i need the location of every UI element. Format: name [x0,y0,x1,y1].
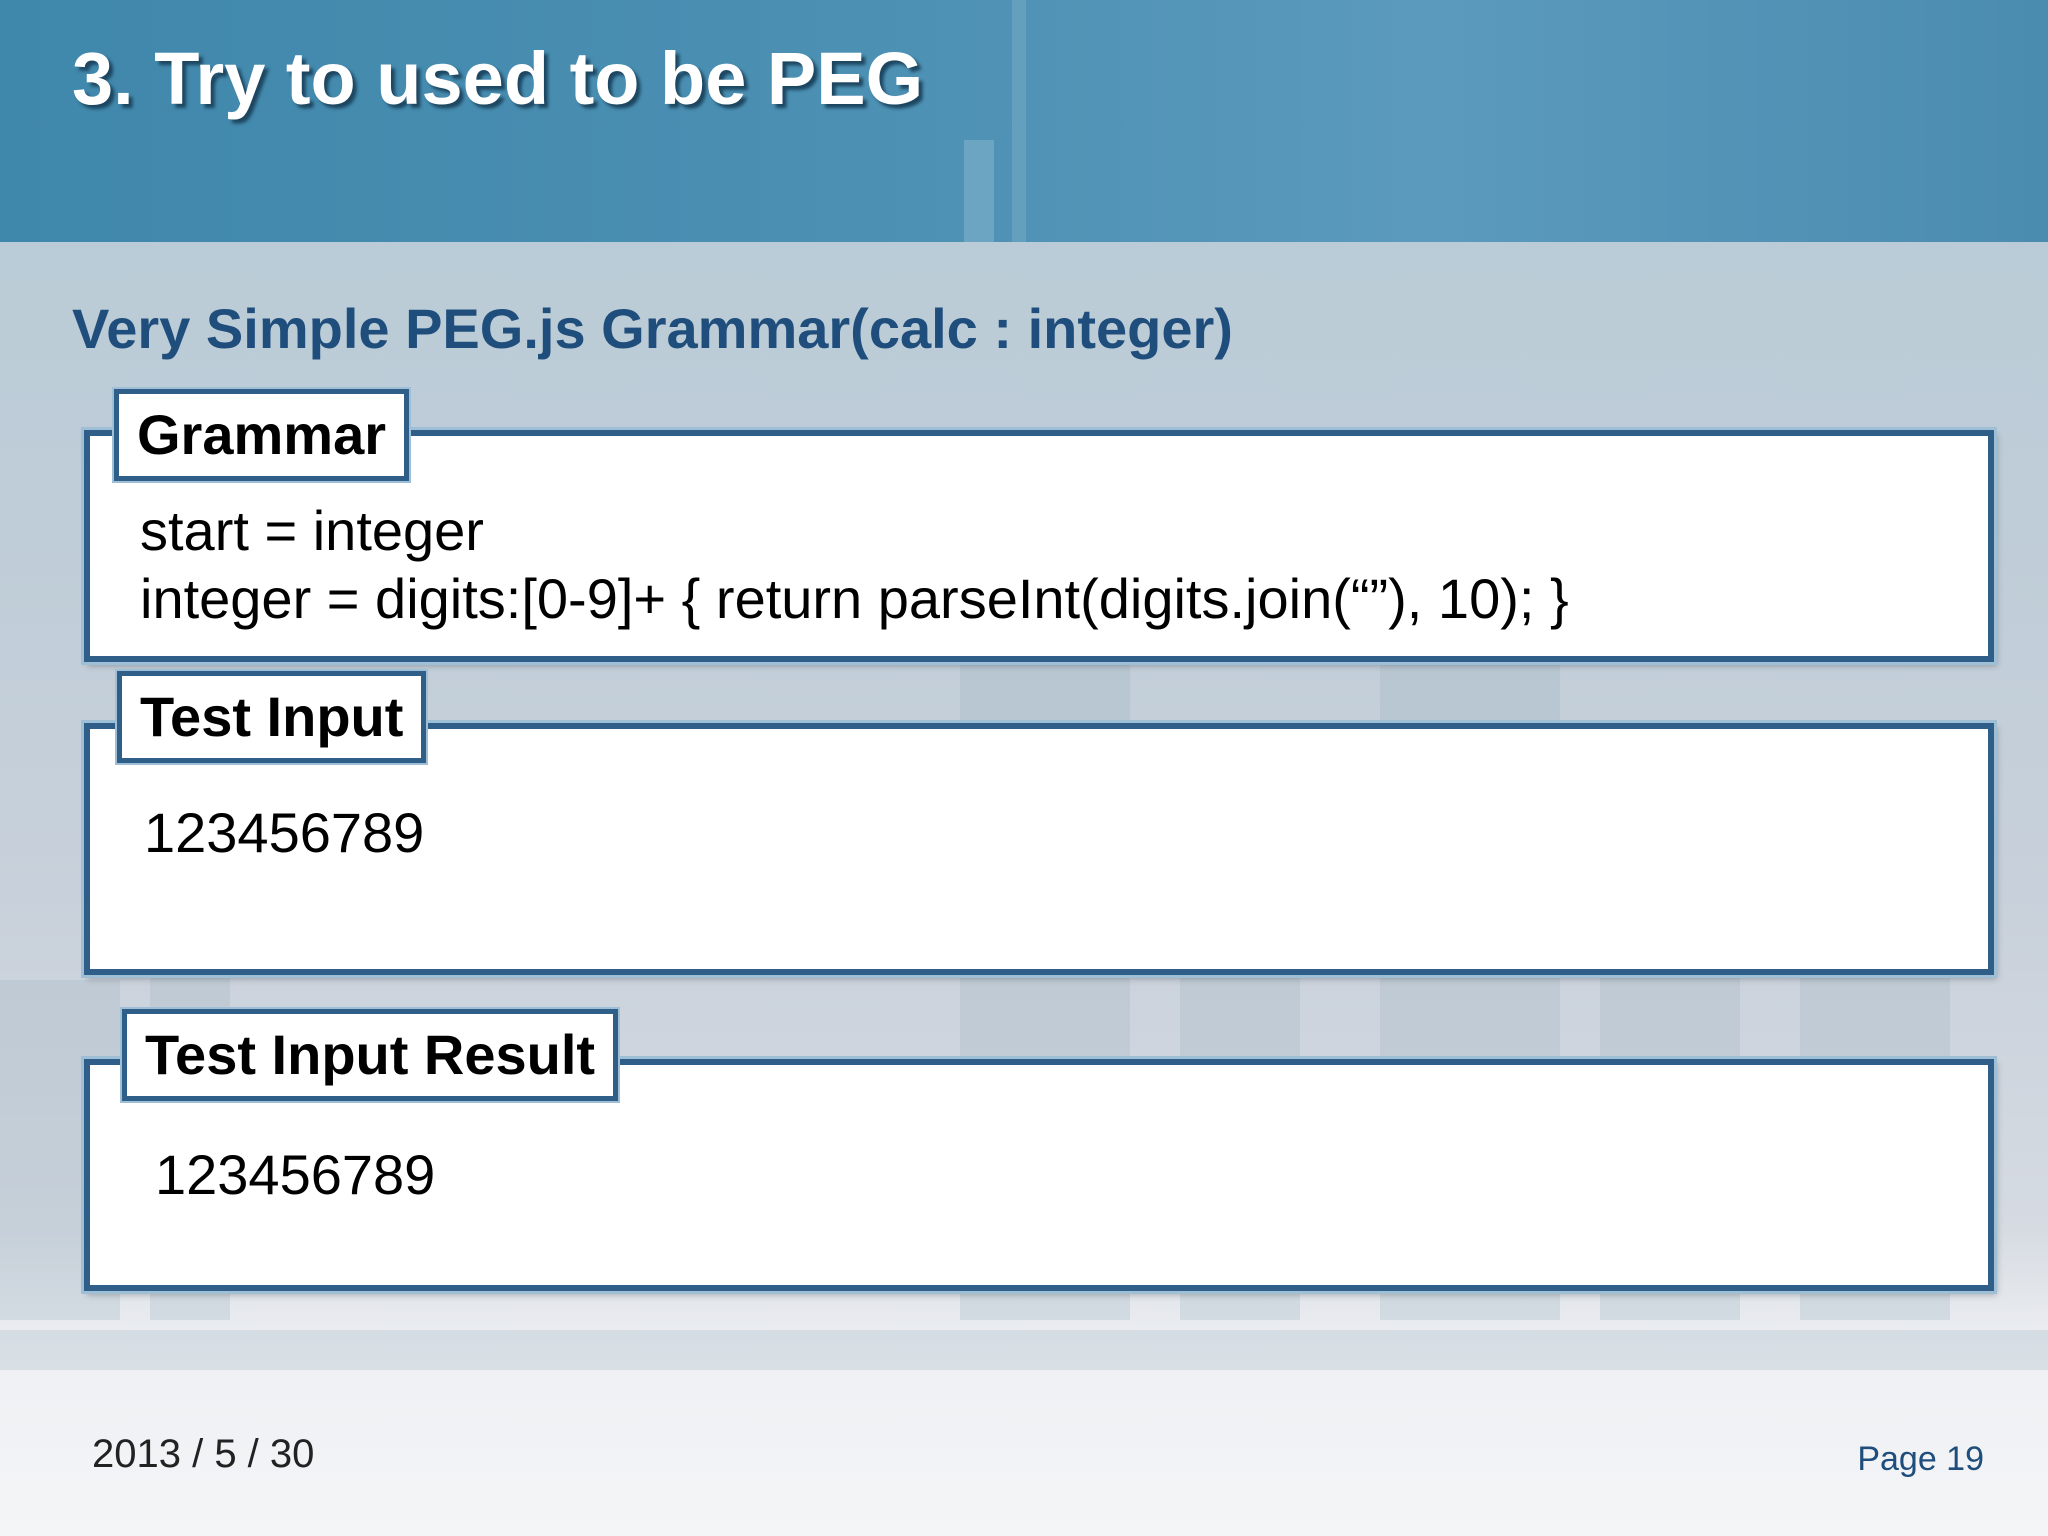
page-number: Page 19 [1857,1440,1984,1478]
test-input-panel-label: Test Input [117,671,427,763]
background-tower [1012,0,1026,242]
background-tower-block [964,140,994,242]
grammar-line-1: start = integer [140,499,484,562]
slide-subtitle: Very Simple PEG.js Grammar(calc : intege… [72,297,1233,360]
test-result-panel-label: Test Input Result [122,1009,619,1101]
grammar-line-2: integer = digits:[0-9]+ { return parseIn… [140,567,1569,630]
slide: 3. Try to used to be PEG Very Simple PEG… [0,0,2048,1536]
grammar-panel-label: Grammar [114,389,410,481]
slide-title: 3. Try to used to be PEG [72,37,924,120]
background-road [0,1330,2048,1370]
test-result-value: 123456789 [155,1143,436,1206]
test-input-value: 123456789 [144,801,425,864]
footer-date: 2013 / 5 / 30 [92,1432,315,1476]
